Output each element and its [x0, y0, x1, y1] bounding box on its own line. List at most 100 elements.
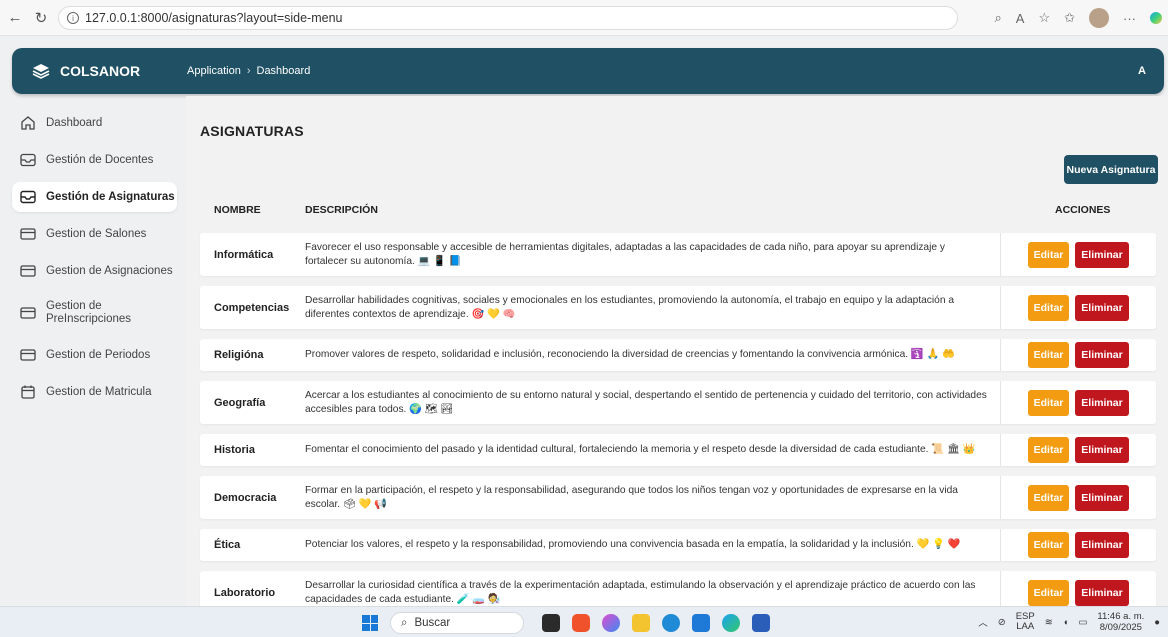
subject-description: Favorecer el uso responsable y accesible…	[305, 241, 945, 267]
new-subject-button[interactable]: Nueva Asignatura	[1064, 155, 1158, 184]
user-avatar[interactable]: A	[1130, 59, 1154, 83]
credit-card-icon	[20, 348, 36, 362]
row-actions: Editar Eliminar	[1000, 286, 1156, 329]
vscode-icon[interactable]	[692, 614, 710, 632]
credit-card-icon	[20, 227, 36, 241]
page-title: ASIGNATURAS	[200, 123, 304, 139]
column-header-description: DESCRIPCIÓN	[305, 204, 378, 216]
row-actions: Editar Eliminar	[1000, 339, 1156, 371]
taskbar-search-label: Buscar	[414, 617, 451, 629]
edit-button[interactable]: Editar	[1028, 241, 1069, 268]
row-actions: Editar Eliminar	[1000, 529, 1156, 561]
column-header-actions: ACCIONES	[1055, 204, 1111, 216]
wifi-icon[interactable]: ≋	[1045, 617, 1053, 628]
delete-button[interactable]: Eliminar	[1075, 389, 1129, 416]
clock[interactable]: 11:46 a. m. 8/09/2025	[1097, 611, 1144, 633]
chevron-up-icon[interactable]: ︿	[978, 615, 988, 629]
inbox-icon	[20, 190, 36, 204]
sidebar-item-label: Gestion de Periodos	[46, 349, 151, 361]
back-icon[interactable]: ←	[4, 7, 26, 29]
subject-description: Potenciar los valores, el respeto y la r…	[305, 539, 961, 550]
subject-description: Desarrollar habilidades cognitivas, soci…	[305, 294, 954, 320]
read-aloud-icon[interactable]: A	[1016, 11, 1025, 26]
sidebar-item-label-line1: Gestion de	[46, 300, 102, 312]
edge-icon[interactable]	[722, 614, 740, 632]
info-icon[interactable]: i	[67, 12, 79, 24]
language-layout: LAA	[1016, 621, 1035, 632]
subject-name: Democracia	[214, 491, 277, 504]
brand[interactable]: COLSANOR	[12, 63, 187, 79]
edit-button[interactable]: Editar	[1028, 389, 1069, 416]
favorite-star-icon[interactable]: ☆	[1038, 10, 1050, 26]
delete-button[interactable]: Eliminar	[1075, 532, 1129, 558]
sidebar-item-label: Dashboard	[46, 117, 103, 129]
table-row: Geografía Acercar a los estudiantes al c…	[200, 381, 1156, 424]
network-icon[interactable]: ⊘	[998, 617, 1006, 628]
edit-button[interactable]: Editar	[1028, 484, 1069, 511]
sidebar-item-label: Gestion de Asignaciones	[46, 265, 173, 277]
column-header-name: NOMBRE	[214, 204, 261, 216]
taskview-icon[interactable]	[542, 614, 560, 632]
sidebar-item-label: Gestión de Docentes	[46, 154, 154, 166]
delete-button[interactable]: Eliminar	[1075, 579, 1129, 606]
battery-icon[interactable]: ▭	[1078, 617, 1087, 628]
delete-button[interactable]: Eliminar	[1075, 294, 1129, 321]
subject-name: Ética	[214, 539, 241, 551]
notification-icon[interactable]: ●	[1154, 617, 1160, 628]
url-text: 127.0.0.1:8000/asignaturas?layout=side-m…	[85, 11, 343, 25]
breadcrumb-application[interactable]: Application	[187, 65, 241, 77]
table-row: Historia Fomentar el conocimiento del pa…	[200, 434, 1156, 466]
brave-browser-icon[interactable]	[572, 614, 590, 632]
sidebar-item-asignaciones[interactable]: Gestion de Asignaciones	[12, 256, 177, 286]
sidebar-item-label: Gestion de Matricula	[46, 386, 152, 398]
favorites-icon[interactable]: ✩	[1064, 10, 1075, 26]
zoom-icon[interactable]: ⌕	[994, 10, 1001, 26]
search-icon: ⌕	[401, 616, 408, 629]
volume-icon[interactable]: ◖	[1063, 617, 1069, 628]
edit-button[interactable]: Editar	[1028, 342, 1069, 368]
main-content: ASIGNATURAS Nueva Asignatura NOMBRE DESC…	[186, 96, 1168, 614]
sidebar-item-periodos[interactable]: Gestion de Periodos	[12, 340, 177, 370]
sidebar-item-docentes[interactable]: Gestión de Docentes	[12, 145, 177, 175]
taskbar-search[interactable]: ⌕ Buscar	[390, 612, 524, 634]
sidebar-item-dashboard[interactable]: Dashboard	[12, 108, 177, 138]
language-indicator[interactable]: ESP LAA	[1016, 612, 1035, 632]
credit-card-icon	[20, 264, 36, 278]
copilot-app-icon[interactable]	[602, 614, 620, 632]
subject-name: Laboratorio	[214, 586, 276, 599]
more-icon[interactable]: ···	[1123, 11, 1136, 26]
breadcrumb-separator: ›	[246, 65, 251, 77]
edit-button[interactable]: Editar	[1028, 532, 1069, 558]
sidebar-item-asignaturas[interactable]: Gestión de Asignaturas	[12, 182, 177, 212]
profile-avatar[interactable]	[1089, 8, 1109, 28]
sidebar-item-matricula[interactable]: Gestion de Matricula	[12, 377, 177, 407]
sidebar-item-label: Gestion de PreInscripciones	[46, 300, 131, 326]
word-icon[interactable]	[752, 614, 770, 632]
clock-time: 11:46 a. m.	[1097, 611, 1145, 622]
subject-description: Acercar a los estudiantes al conocimient…	[305, 389, 987, 415]
delete-button[interactable]: Eliminar	[1075, 437, 1129, 463]
breadcrumb-dashboard[interactable]: Dashboard	[257, 65, 311, 77]
sidebar-item-salones[interactable]: Gestion de Salones	[12, 219, 177, 249]
row-actions: Editar Eliminar	[1000, 381, 1156, 424]
copilot-icon[interactable]	[1150, 12, 1162, 24]
subject-description: Formar en la participación, el respeto y…	[305, 484, 958, 510]
edit-button[interactable]: Editar	[1028, 579, 1069, 606]
address-bar[interactable]: i 127.0.0.1:8000/asignaturas?layout=side…	[58, 6, 958, 30]
windows-start-icon[interactable]	[362, 615, 378, 631]
app-icon[interactable]	[662, 614, 680, 632]
delete-button[interactable]: Eliminar	[1075, 484, 1129, 511]
delete-button[interactable]: Eliminar	[1075, 241, 1129, 268]
subject-name: Historia	[214, 444, 255, 456]
sidebar-item-preinscripciones[interactable]: Gestion de PreInscripciones	[12, 293, 177, 333]
sidebar-item-label: Gestión de Asignaturas	[46, 191, 175, 203]
row-actions: Editar Eliminar	[1000, 233, 1156, 276]
edit-button[interactable]: Editar	[1028, 437, 1069, 463]
sidebar: Dashboard Gestión de Docentes Gestión de…	[12, 108, 177, 414]
subjects-table: Informática Favorecer el uso responsable…	[200, 233, 1156, 624]
edit-button[interactable]: Editar	[1028, 294, 1069, 321]
file-explorer-icon[interactable]	[632, 614, 650, 632]
layers-logo-icon	[32, 64, 50, 79]
delete-button[interactable]: Eliminar	[1075, 342, 1129, 368]
reload-icon[interactable]: ↻	[30, 7, 52, 29]
